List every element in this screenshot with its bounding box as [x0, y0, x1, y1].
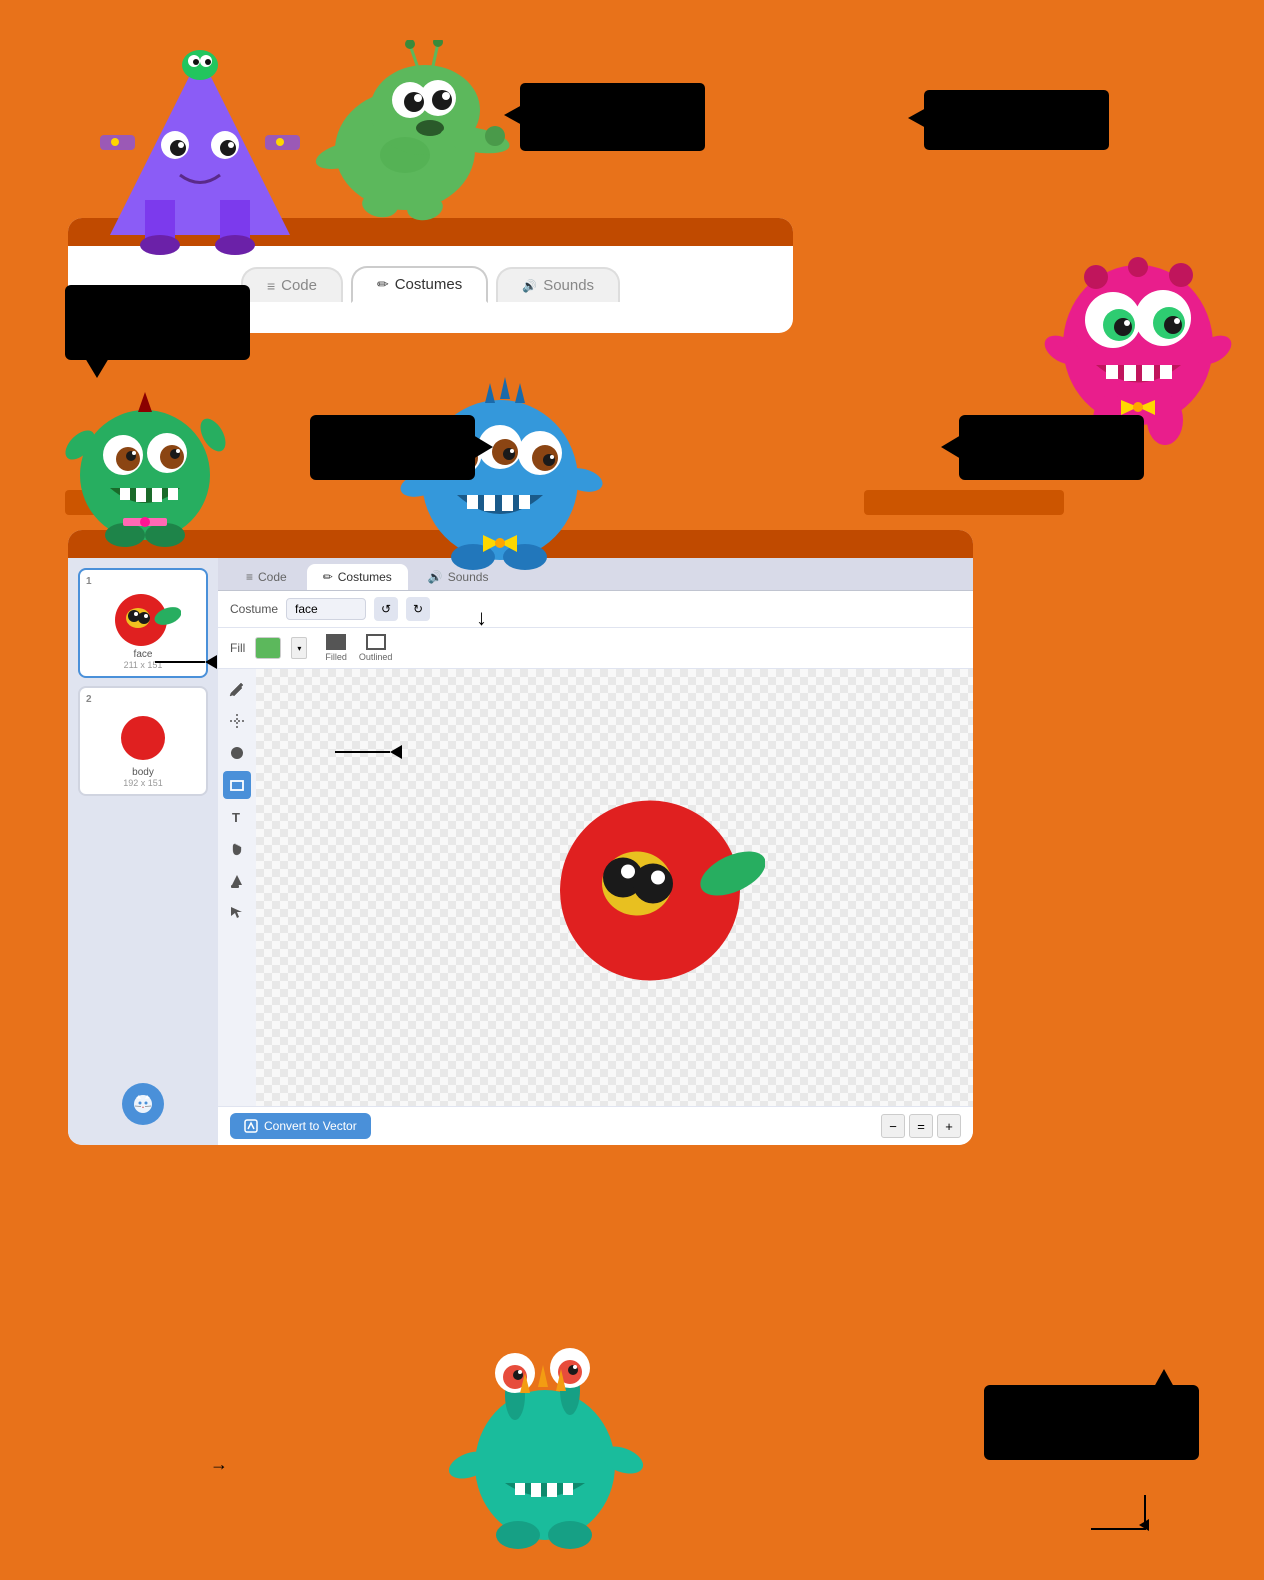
fill-toolbar: Fill ▾ Filled Outlined	[218, 628, 973, 669]
monster-teal-bottom	[430, 1335, 660, 1580]
costume-number-2: 2	[86, 694, 92, 705]
tab-costumes-top[interactable]: ✏ Costumes	[351, 266, 488, 303]
right-arrow-tools	[335, 745, 402, 759]
bottom-right-speech	[984, 1385, 1199, 1460]
sprite-canvas	[535, 785, 765, 990]
svg-text:T: T	[232, 810, 240, 825]
costumes-sidebar: 1	[68, 558, 218, 1145]
indicator-line	[155, 661, 205, 663]
outlined-box	[366, 634, 386, 650]
left-indicator-arrow	[155, 655, 217, 669]
zoom-controls: − = +	[881, 1114, 961, 1138]
costume-label: Costume	[230, 602, 278, 616]
orange-bar-right	[864, 490, 1064, 515]
fill-tool[interactable]	[223, 867, 251, 895]
zoom-bracket	[1091, 1495, 1146, 1530]
speech-bubble-top-2	[924, 90, 1109, 150]
down-arrow-indicator: ↓	[476, 605, 487, 631]
pencil-tool[interactable]	[223, 675, 251, 703]
main-wrapper: ≡ Code ✏ Costumes 🔊 Sounds	[0, 0, 1264, 1580]
monster-blue-center	[395, 365, 605, 600]
sound-icon-top: 🔊	[522, 279, 537, 293]
code-tab-label: Code	[281, 277, 317, 294]
zoom-reset-button[interactable]: =	[909, 1114, 933, 1138]
tools-arrowhead	[390, 745, 402, 759]
add-costume-button[interactable]	[122, 1083, 164, 1125]
costume-thumb-1	[103, 587, 183, 647]
costumes-label-bottom: Costumes	[338, 570, 392, 584]
bottom-ui-panel: 1	[68, 530, 973, 1145]
text-tool[interactable]: T	[223, 803, 251, 831]
fill-dropdown[interactable]: ▾	[291, 637, 307, 659]
speech-bubble-top-1	[520, 83, 705, 151]
tab-code-bottom[interactable]: ≡ Code	[230, 564, 303, 590]
hand-tool[interactable]	[223, 835, 251, 863]
tools-panel: T	[218, 669, 256, 1106]
costume-number-1: 1	[86, 576, 92, 587]
costume-icon-top: ✏	[377, 276, 389, 293]
code-icon-bottom: ≡	[246, 570, 253, 584]
fill-color-swatch[interactable]	[255, 637, 281, 659]
fill-label: Fill	[230, 641, 245, 655]
zoom-reset-icon: =	[917, 1119, 925, 1134]
costume-item-2[interactable]: 2 body 192 x 151	[78, 686, 208, 796]
canvas-drawing-area[interactable]	[256, 669, 973, 1106]
code-icon: ≡	[267, 278, 275, 294]
convert-button-label: Convert to Vector	[264, 1119, 357, 1133]
costume-icon-bottom: ✏	[323, 570, 333, 584]
code-label-bottom: Code	[258, 570, 287, 584]
monster-green-alien	[270, 40, 540, 230]
speech-mid-center	[310, 415, 475, 480]
add-sprite-arrow: →	[210, 1454, 228, 1475]
zoom-in-button[interactable]: +	[937, 1114, 961, 1138]
speech-mid-right	[959, 415, 1144, 480]
canvas-row: T	[218, 669, 973, 1106]
convert-to-vector-button[interactable]: Convert to Vector	[230, 1113, 371, 1139]
filled-box	[326, 634, 346, 650]
costume-name-2: body	[132, 767, 154, 778]
editor-main-area: ≡ Code ✏ Costumes 🔊 Sounds Costume	[218, 558, 973, 1145]
circle-tool[interactable]	[223, 739, 251, 767]
filled-label: Filled	[325, 652, 347, 662]
costume-name-input[interactable]	[286, 598, 366, 620]
fill-mode-outlined[interactable]: Outlined	[359, 634, 393, 662]
tab-sounds-top[interactable]: 🔊 Sounds	[496, 267, 620, 302]
zoom-bracket-arrow	[1139, 1519, 1149, 1531]
outlined-label: Outlined	[359, 652, 393, 662]
monster-green-small	[58, 370, 233, 570]
costume-thumb-2	[103, 705, 183, 765]
select-tool[interactable]	[223, 899, 251, 927]
costume-name-1: face	[134, 649, 153, 660]
indicator-arrowhead	[205, 655, 217, 669]
canvas-bottom-bar: Convert to Vector − = +	[218, 1106, 973, 1145]
costume-size-2: 192 x 151	[123, 778, 163, 788]
dotted-tool[interactable]	[223, 707, 251, 735]
tools-arrow-line	[335, 751, 390, 753]
sounds-tab-label: Sounds	[543, 277, 594, 294]
rotate-left-button[interactable]: ↺	[374, 597, 398, 621]
rectangle-tool[interactable]	[223, 771, 251, 799]
tab-costumes-bottom[interactable]: ✏ Costumes	[307, 564, 408, 590]
rotate-right-button[interactable]: ↻	[406, 597, 430, 621]
zoom-in-icon: +	[945, 1119, 953, 1134]
costumes-tab-label: Costumes	[395, 276, 463, 293]
zoom-out-button[interactable]: −	[881, 1114, 905, 1138]
tab-code-top[interactable]: ≡ Code	[241, 267, 343, 302]
fill-mode-filled[interactable]: Filled	[325, 634, 347, 662]
zoom-out-icon: −	[889, 1119, 897, 1134]
speech-top-left	[65, 285, 250, 360]
